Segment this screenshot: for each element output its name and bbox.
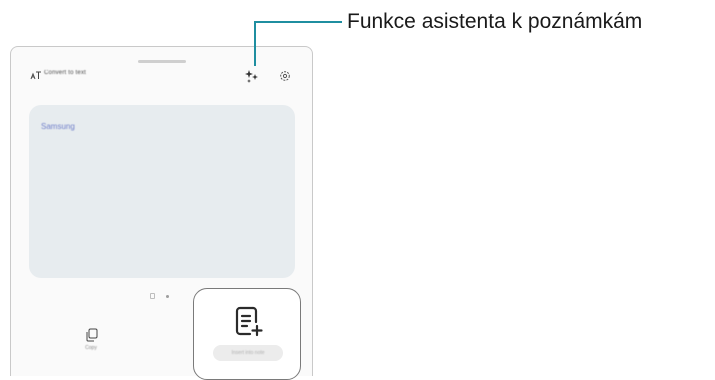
note-text: Samsung [41, 122, 75, 131]
text-format-icon [30, 71, 41, 80]
gear-icon[interactable] [279, 70, 291, 82]
sparkle-icon[interactable] [245, 69, 259, 83]
convert-to-text-label[interactable]: Convert to text [44, 70, 86, 76]
page-indicator-current [150, 293, 155, 299]
page-indicator-dot [166, 295, 169, 298]
note-add-icon[interactable] [233, 305, 265, 337]
insert-into-note-label[interactable]: Insert into note [213, 345, 283, 361]
callout-line-vertical [254, 21, 256, 66]
callout-label: Funkce asistenta k poznámkám [347, 10, 643, 33]
drag-handle[interactable] [138, 60, 186, 63]
copy-button-label[interactable]: Copy [78, 345, 104, 351]
insert-into-note-text: Insert into note [231, 350, 265, 356]
copy-icon[interactable] [86, 328, 98, 342]
callout-line-horizontal [254, 21, 342, 23]
